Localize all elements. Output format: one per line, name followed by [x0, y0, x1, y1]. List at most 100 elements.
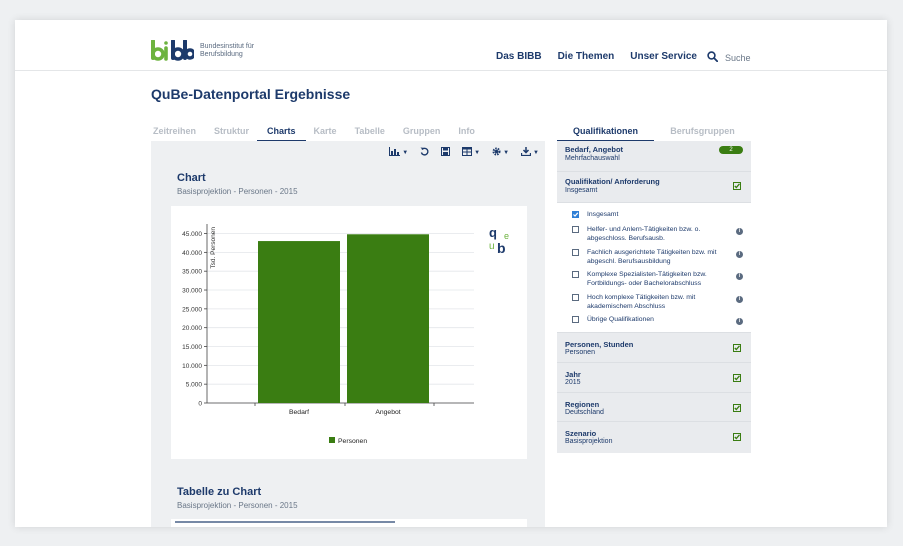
chart-panel: ▼ ▼ ▼ ▼ Chart Basisprojektion - Personen — [151, 141, 545, 527]
checkbox-checked[interactable] — [572, 211, 579, 218]
option-insgesamt[interactable]: Insgesamt — [572, 210, 732, 220]
chevron-down-icon: ▼ — [503, 149, 510, 156]
facet-title: Jahr — [565, 370, 581, 379]
option-label: Übrige Qualifikationen — [587, 316, 654, 323]
tab-gruppen[interactable]: Gruppen — [403, 126, 441, 142]
search-icon — [707, 49, 719, 67]
option-label: Insgesamt — [587, 211, 619, 218]
nav-unser-service[interactable]: Unser Service — [630, 51, 697, 62]
search-button[interactable]: Suche — [707, 49, 751, 67]
y-tick-label: 0 — [198, 401, 202, 408]
y-axis-label: Tsd. Personen — [210, 227, 217, 269]
x-tick-label: Angebot — [375, 409, 400, 416]
checked-box-icon — [733, 339, 741, 357]
info-icon[interactable]: i — [736, 296, 743, 303]
browser-frame: Bundesinstitut für Berufsbildung Das BIB… — [15, 20, 887, 527]
checkbox[interactable] — [572, 316, 579, 323]
y-tick-label: 45.000 — [182, 231, 202, 238]
option-label: Hoch komplexe Tätigkeiten bzw. mit akade… — [587, 294, 696, 310]
qube-logo-e: e — [504, 231, 509, 241]
facet-title: Regionen — [565, 400, 600, 409]
tab-charts[interactable]: Charts — [257, 126, 306, 142]
nav-die-themen[interactable]: Die Themen — [558, 51, 615, 62]
option-label: Fachlich ausgerichtete Tätigkeiten bzw. … — [587, 249, 717, 265]
facet-subtitle: Mehrfachauswahl — [565, 155, 620, 162]
tab-qualifikationen[interactable]: Qualifikationen — [557, 126, 654, 142]
gear-icon — [492, 147, 501, 158]
download-icon — [520, 147, 532, 158]
y-tick-label: 15.000 — [182, 344, 202, 351]
chart-toolbar: ▼ ▼ ▼ ▼ — [377, 147, 539, 158]
checked-box-icon — [733, 177, 741, 195]
checked-box-icon — [733, 428, 741, 446]
table-header-bar — [175, 521, 395, 523]
y-tick-label: 35.000 — [182, 269, 202, 276]
lower-facets: Personen, Stunden Personen Jahr 2015 Reg… — [557, 333, 751, 453]
chart-type-button[interactable]: ▼ — [389, 147, 408, 158]
tab-karte[interactable]: Karte — [314, 126, 337, 142]
table-section-title: Tabelle zu Chart — [177, 486, 262, 498]
option-helfer[interactable]: Helfer- und Anlern-Tätigkeiten bzw. o. a… — [572, 225, 743, 243]
facet-jahr[interactable]: Jahr 2015 — [557, 362, 751, 392]
bibb-logo[interactable]: Bundesinstitut für Berufsbildung — [150, 40, 254, 62]
checkbox[interactable] — [572, 226, 579, 233]
checkbox[interactable] — [572, 294, 579, 301]
facet-regionen[interactable]: Regionen Deutschland — [557, 392, 751, 422]
tab-tabelle[interactable]: Tabelle — [355, 126, 385, 142]
facet-personen-stunden[interactable]: Personen, Stunden Personen — [557, 333, 751, 363]
x-tick-label: Bedarf — [289, 409, 309, 416]
logo-text: Bundesinstitut für Berufsbildung — [200, 43, 254, 59]
facet-title: Personen, Stunden — [565, 340, 634, 349]
logo-text-line2: Berufsbildung — [200, 51, 243, 58]
download-button[interactable]: ▼ — [520, 147, 539, 158]
facet-subtitle: 2015 — [565, 379, 581, 386]
table-card — [171, 519, 527, 527]
facet-subtitle: Insgesamt — [565, 187, 598, 194]
nav-das-bibb[interactable]: Das BIBB — [496, 51, 542, 62]
legend-swatch — [329, 437, 335, 443]
info-icon[interactable]: i — [736, 228, 743, 235]
facet-title: Bedarf, Angebot — [565, 145, 624, 154]
tab-berufsgruppen[interactable]: Berufsgruppen — [654, 126, 751, 142]
bar-angebot — [347, 234, 429, 403]
qube-logo-b: b — [497, 240, 506, 256]
chart-section-subtitle: Basisprojektion - Personen - 2015 — [177, 187, 298, 196]
undo-icon — [420, 147, 429, 158]
checkbox[interactable] — [572, 249, 579, 256]
qualifikation-options: Insgesamt Helfer- und Anlern-Tätigkeiten… — [557, 202, 751, 333]
tab-info[interactable]: Info — [458, 126, 475, 142]
checkbox[interactable] — [572, 271, 579, 278]
y-tick-label: 20.000 — [182, 325, 202, 332]
filter-panel: Bedarf, Angebot Mehrfachauswahl 2 Qualif… — [557, 141, 751, 453]
option-fachlich[interactable]: Fachlich ausgerichtete Tätigkeiten bzw. … — [572, 248, 743, 266]
info-icon[interactable]: i — [736, 318, 743, 325]
info-icon[interactable]: i — [736, 273, 743, 280]
filter-tabs: Qualifikationen Berufsgruppen — [557, 126, 751, 142]
floppy-icon — [441, 147, 451, 158]
option-uebrige[interactable]: Übrige Qualifikationen i — [572, 315, 743, 329]
info-icon[interactable]: i — [736, 251, 743, 258]
tab-struktur[interactable]: Struktur — [214, 126, 249, 142]
legend-label: Personen — [338, 438, 367, 445]
facet-szenario[interactable]: Szenario Basisprojektion — [557, 421, 751, 453]
facet-title: Szenario — [565, 429, 597, 438]
chart-card: 0 5.000 10.000 15.000 20.000 25.000 30.000 35.0… — [171, 206, 527, 459]
option-label: Komplexe Spezialisten-Tätigkeiten bzw. F… — [587, 271, 707, 287]
tab-zeitreihen[interactable]: Zeitreihen — [153, 126, 196, 142]
settings-button[interactable]: ▼ — [492, 147, 509, 158]
chevron-down-icon: ▼ — [533, 149, 539, 156]
y-tick-label: 40.000 — [182, 250, 202, 257]
save-button[interactable] — [441, 147, 451, 158]
y-tick-label: 5.000 — [186, 382, 203, 389]
option-hoch-komplexe[interactable]: Hoch komplexe Tätigkeiten bzw. mit akade… — [572, 293, 743, 311]
option-komplexe[interactable]: Komplexe Spezialisten-Tätigkeiten bzw. F… — [572, 270, 743, 288]
chevron-down-icon: ▼ — [402, 149, 409, 156]
facet-subtitle: Basisprojektion — [565, 438, 613, 445]
bar-chart-icon — [389, 147, 401, 158]
main-nav: Das BIBB Die Themen Unser Service — [496, 51, 713, 62]
facet-bedarf-angebot[interactable]: Bedarf, Angebot Mehrfachauswahl 2 — [557, 141, 751, 171]
qube-logo-u: u — [489, 241, 495, 252]
facet-qualifikation[interactable]: Qualifikation/ Anforderung Insgesamt — [557, 171, 751, 202]
table-options-button[interactable]: ▼ — [462, 147, 480, 158]
reset-button[interactable] — [420, 147, 429, 158]
